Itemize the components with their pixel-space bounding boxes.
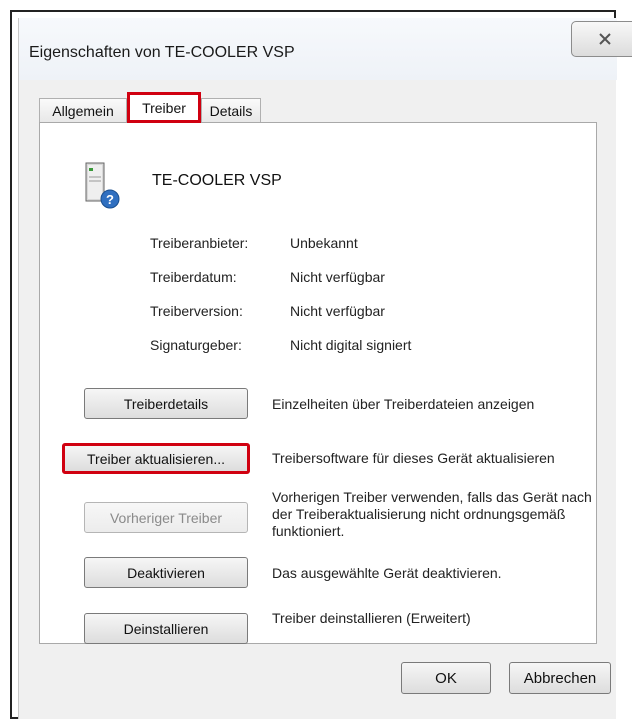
device-unknown-icon: ? (85, 162, 120, 209)
update-driver-button[interactable]: Treiber aktualisieren... (62, 443, 250, 474)
tab-allgemein[interactable]: Allgemein (39, 98, 127, 122)
driver-tab-panel: ? TE-COOLER VSP Treiberanbieter: Unbekan… (39, 122, 597, 644)
title-bar: Eigenschaften von TE-COOLER VSP (19, 18, 632, 80)
driver-provider-label: Treiberanbieter: (150, 235, 249, 251)
update-driver-description: Treibersoftware für dieses Gerät aktuali… (272, 450, 555, 466)
properties-dialog: Eigenschaften von TE-COOLER VSP Allgemei… (18, 18, 632, 719)
tab-details[interactable]: Details (201, 98, 261, 122)
driver-version-value: Nicht verfügbar (290, 303, 385, 319)
uninstall-driver-button[interactable]: Deinstallieren (84, 613, 248, 644)
driver-details-description: Einzelheiten über Treiberdateien anzeige… (272, 396, 535, 412)
driver-details-button[interactable]: Treiberdetails (84, 388, 248, 419)
digital-signer-value: Nicht digital signiert (290, 337, 412, 353)
ok-button[interactable]: OK (401, 662, 491, 694)
close-button[interactable] (571, 21, 632, 57)
cancel-button[interactable]: Abbrechen (509, 662, 611, 694)
close-icon (599, 33, 611, 45)
roll-back-driver-button[interactable]: Vorheriger Treiber (84, 502, 248, 533)
svg-text:?: ? (106, 192, 114, 207)
device-name: TE-COOLER VSP (152, 172, 282, 189)
driver-provider-value: Unbekannt (290, 235, 358, 251)
window-title: Eigenschaften von TE-COOLER VSP (29, 44, 295, 61)
uninstall-driver-description: Treiber deinstallieren (Erweitert) (272, 610, 471, 626)
driver-date-value: Nicht verfügbar (290, 269, 385, 285)
tab-treiber[interactable]: Treiber (127, 92, 201, 123)
digital-signer-label: Signaturgeber: (150, 337, 242, 353)
disable-device-description: Das ausgewählte Gerät deaktivieren. (272, 565, 502, 581)
roll-back-driver-description: Vorherigen Treiber verwenden, falls das … (272, 489, 592, 539)
disable-device-button[interactable]: Deaktivieren (84, 557, 248, 588)
driver-date-label: Treiberdatum: (150, 269, 237, 285)
driver-version-label: Treiberversion: (150, 303, 243, 319)
